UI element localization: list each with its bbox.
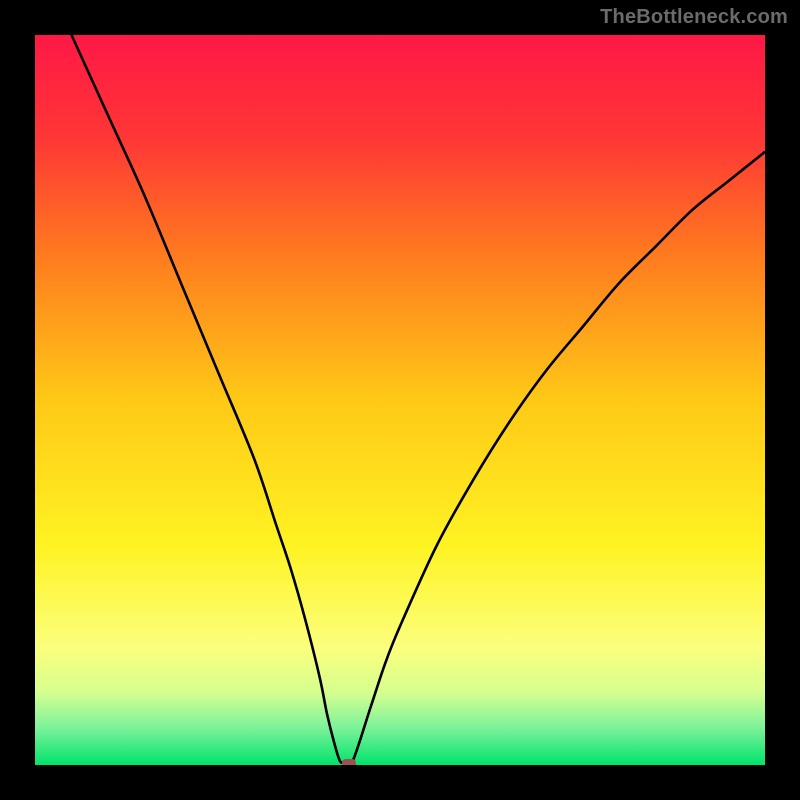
bottleneck-curve	[72, 35, 766, 765]
plot-area	[35, 35, 765, 765]
watermark-text: TheBottleneck.com	[600, 6, 788, 29]
optimum-marker	[342, 759, 356, 765]
chart-frame: TheBottleneck.com	[0, 0, 800, 800]
curve-layer	[35, 35, 765, 765]
